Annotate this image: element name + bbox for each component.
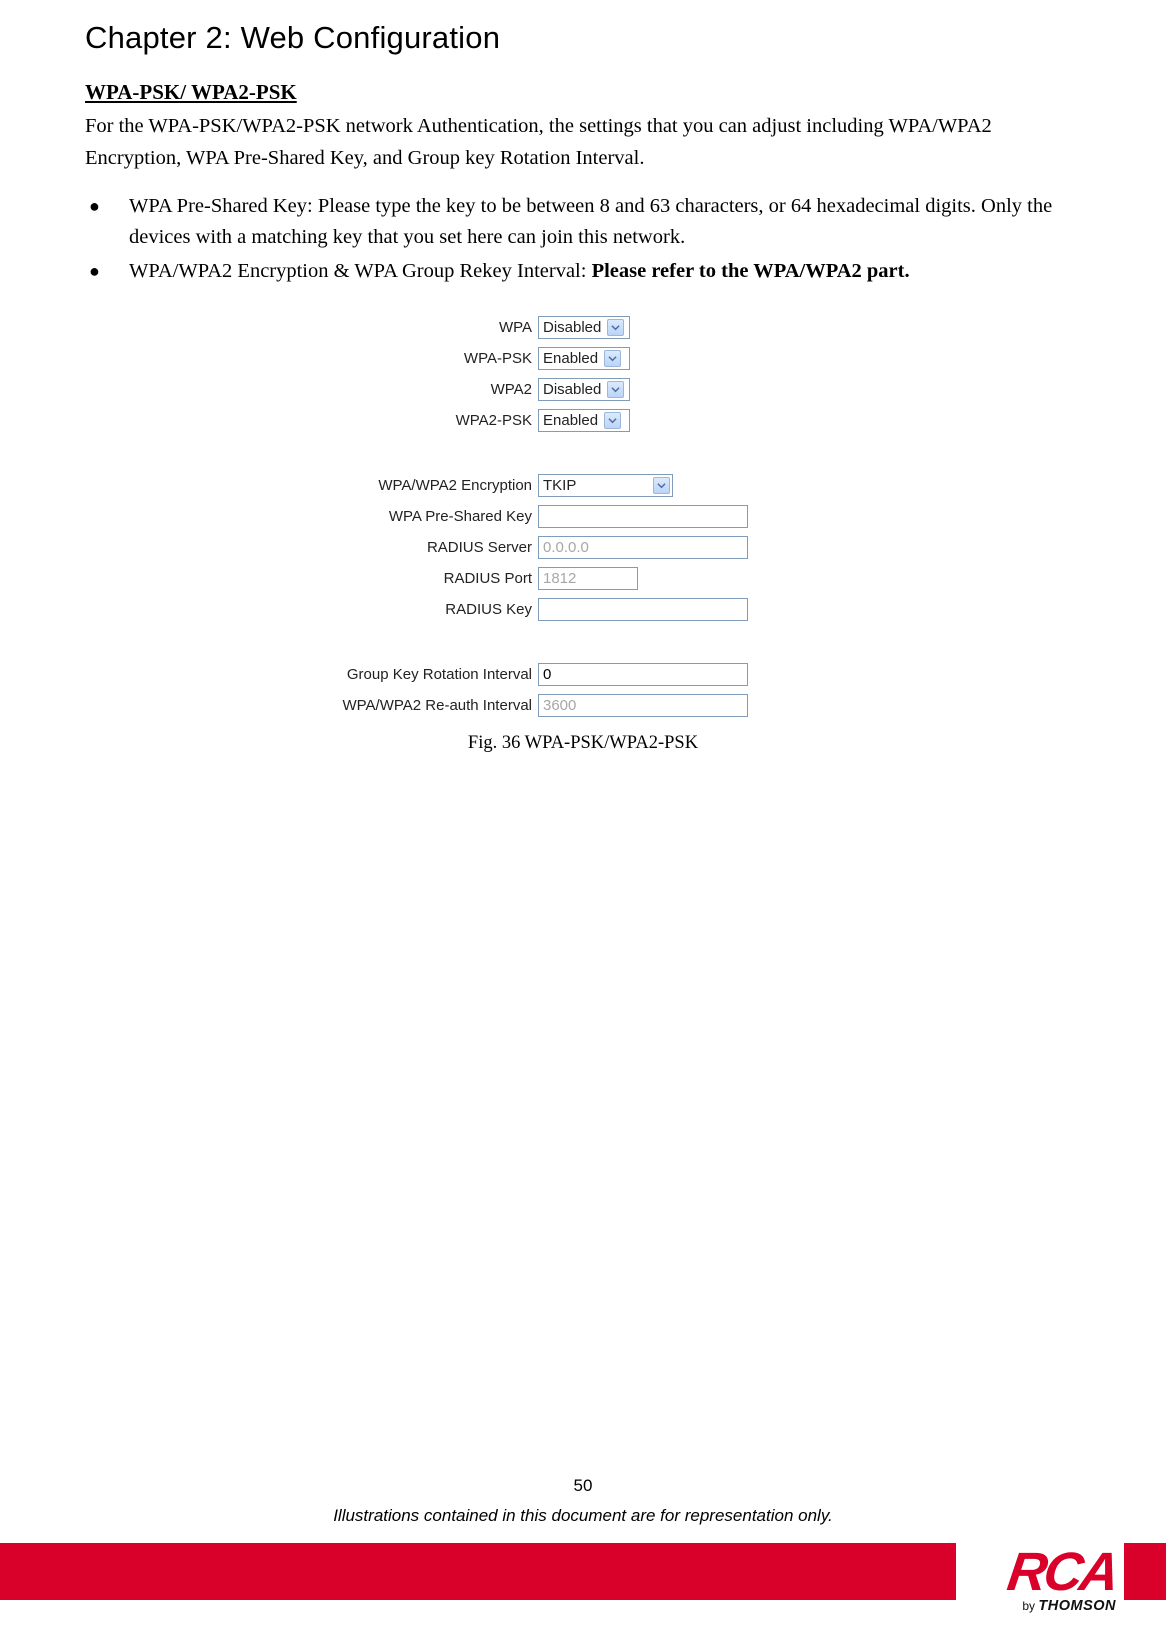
chevron-down-icon — [607, 381, 624, 398]
select-wpa-value: Disabled — [543, 319, 607, 336]
page-number: 50 — [0, 1476, 1166, 1496]
select-wpa2-psk[interactable]: Enabled — [538, 409, 630, 432]
intro-paragraph: For the WPA-PSK/WPA2-PSK network Authent… — [85, 111, 1081, 175]
select-wpa2-value: Disabled — [543, 381, 607, 398]
chevron-down-icon — [653, 477, 670, 494]
label-radius-key: RADIUS Key — [303, 601, 538, 618]
select-wpa2[interactable]: Disabled — [538, 378, 630, 401]
chevron-down-icon — [604, 350, 621, 367]
label-preshared-key: WPA Pre-Shared Key — [303, 508, 538, 525]
label-radius-port: RADIUS Port — [303, 570, 538, 587]
label-encryption: WPA/WPA2 Encryption — [303, 477, 538, 494]
input-radius-server — [538, 536, 748, 559]
label-reauth-interval: WPA/WPA2 Re-auth Interval — [303, 697, 538, 714]
label-radius-server: RADIUS Server — [303, 539, 538, 556]
input-radius-port — [538, 567, 638, 590]
chevron-down-icon — [604, 412, 621, 429]
bullet-2-bold: Please refer to the WPA/WPA2 part. — [592, 260, 910, 282]
bullet-encryption-rekey: WPA/WPA2 Encryption & WPA Group Rekey In… — [85, 256, 1081, 288]
figure-caption: Fig. 36 WPA-PSK/WPA2-PSK — [85, 733, 1081, 754]
select-wpa2-psk-value: Enabled — [543, 412, 604, 429]
chevron-down-icon — [607, 319, 624, 336]
label-wpa: WPA — [303, 319, 538, 336]
select-encryption-value: TKIP — [543, 477, 653, 494]
select-wpa-psk[interactable]: Enabled — [538, 347, 630, 370]
logo-rca-text: RCA — [953, 1550, 1127, 1596]
label-group-key-rotation: Group Key Rotation Interval — [303, 666, 538, 683]
figure-wpa-psk: WPA Disabled WPA-PSK Enabled WPA2 — [303, 314, 863, 719]
chapter-title: Chapter 2: Web Configuration — [85, 20, 1081, 56]
label-wpa-psk: WPA-PSK — [303, 350, 538, 367]
select-wpa[interactable]: Disabled — [538, 316, 630, 339]
footer-disclaimer: Illustrations contained in this document… — [0, 1506, 1166, 1526]
input-group-key-rotation[interactable] — [538, 663, 748, 686]
input-preshared-key[interactable] — [538, 505, 748, 528]
label-wpa2: WPA2 — [303, 381, 538, 398]
input-reauth-interval — [538, 694, 748, 717]
select-encryption[interactable]: TKIP — [538, 474, 673, 497]
brand-logo: RCA by THOMSON — [956, 1542, 1124, 1632]
section-title: WPA-PSK/ WPA2-PSK — [85, 80, 1081, 105]
bullet-2-prefix: WPA/WPA2 Encryption & WPA Group Rekey In… — [129, 260, 592, 282]
select-wpa-psk-value: Enabled — [543, 350, 604, 367]
bullet-preshared-key: WPA Pre-Shared Key: Please type the key … — [85, 191, 1081, 255]
label-wpa2-psk: WPA2-PSK — [303, 412, 538, 429]
input-radius-key[interactable] — [538, 598, 748, 621]
